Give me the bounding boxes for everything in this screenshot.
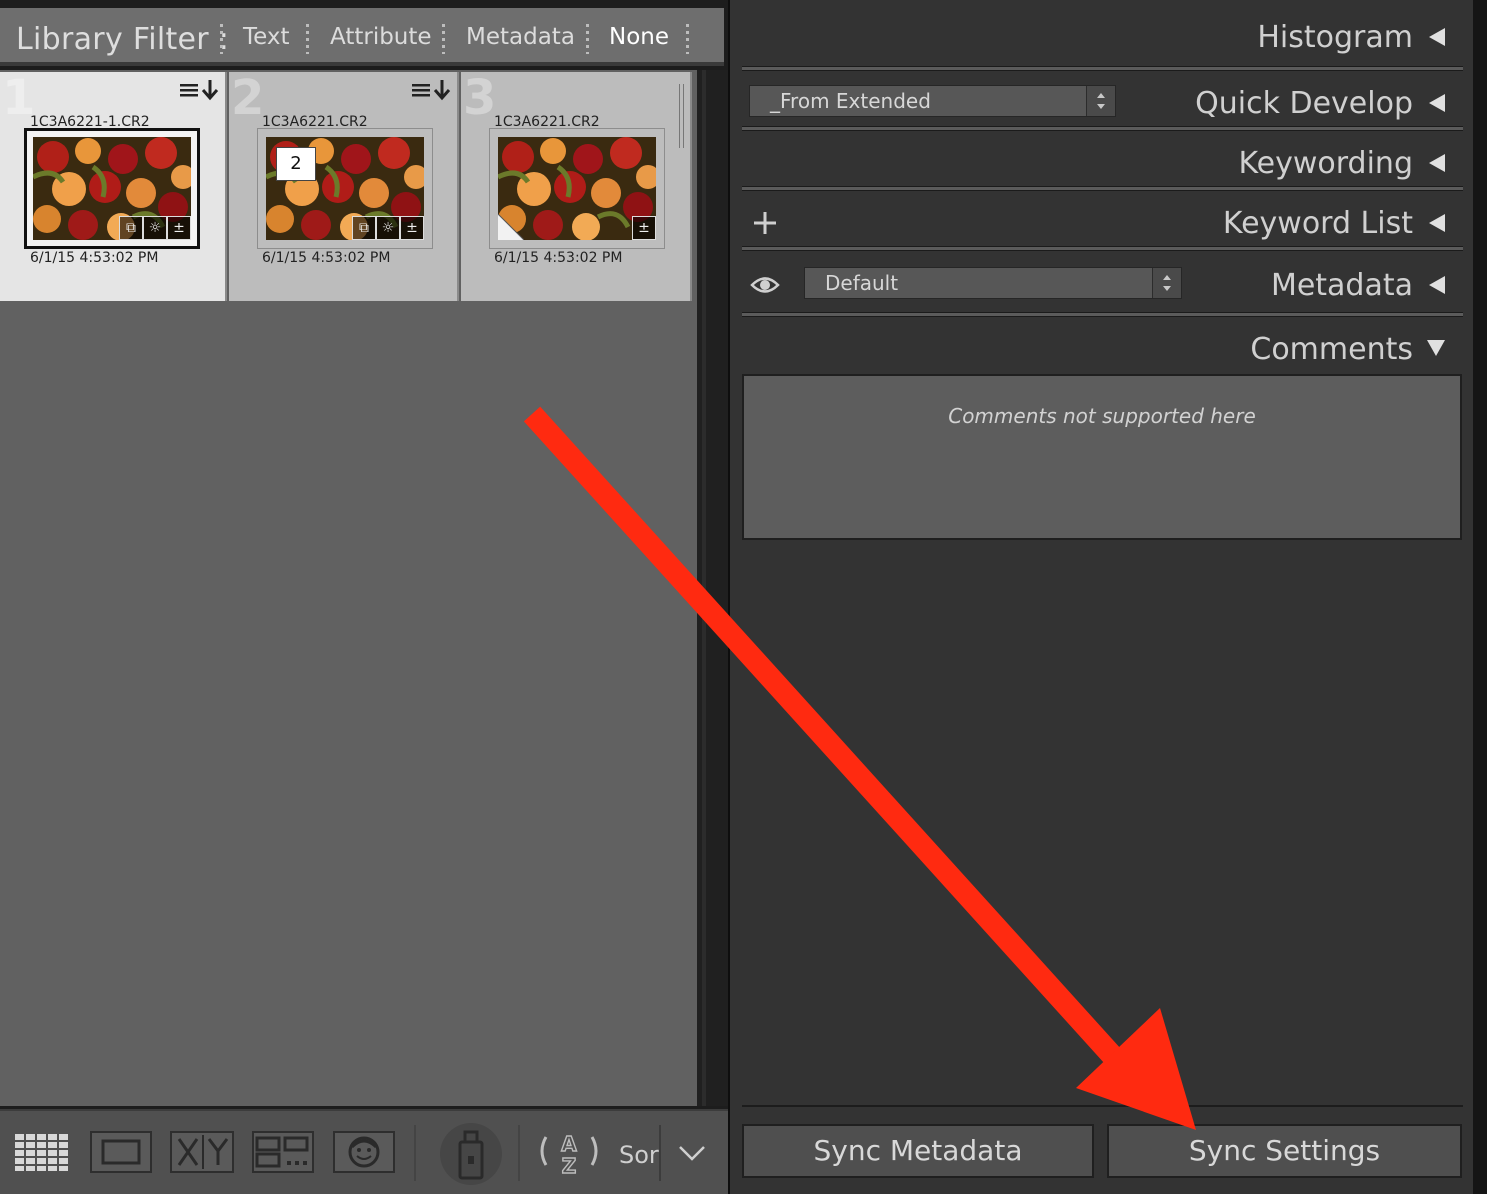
develop-adjust-icon[interactable]: ☼ xyxy=(376,216,400,240)
comments-unsupported-message: Comments not supported here xyxy=(948,404,1256,428)
thumbnail-frame[interactable]: ± xyxy=(489,128,665,249)
saved-preset-value: _From Extended xyxy=(770,89,931,113)
panel-separator xyxy=(742,126,1463,131)
virtual-copy-corner-icon xyxy=(498,214,524,240)
panel-header-metadata[interactable]: Metadata xyxy=(1271,268,1413,303)
people-view-button[interactable] xyxy=(333,1131,395,1173)
stack-count-badge[interactable]: 2 xyxy=(276,147,316,181)
panel-header-comments[interactable]: Comments xyxy=(1250,332,1413,367)
crop-icon[interactable]: ⧉ xyxy=(119,216,143,240)
people-face-icon xyxy=(348,1136,380,1168)
thumbnail-frame[interactable]: ⧉ ☼ ± xyxy=(24,128,200,249)
expand-triangle-icon[interactable] xyxy=(1427,340,1445,356)
edited-metadata-icon[interactable] xyxy=(178,78,222,104)
panel-separator xyxy=(742,1105,1463,1107)
develop-adjust-icon[interactable]: ☼ xyxy=(143,216,167,240)
sort-az-icon[interactable]: A Z xyxy=(534,1127,604,1179)
plus-icon[interactable] xyxy=(752,210,778,236)
stepper-arrows-icon xyxy=(1152,268,1181,298)
library-filter-title: Library Filter : xyxy=(16,22,230,57)
metadata-preset-dropdown[interactable]: Default xyxy=(804,267,1182,299)
filter-separator xyxy=(306,24,309,54)
library-grid-pane: Library Filter : Text Attribute Metadata… xyxy=(0,0,728,1194)
grid-cell[interactable]: 1 1C3A6221-1.CR2 ⧉ ☼ ± 6/1/15 4:53:02 PM xyxy=(0,72,227,301)
grid-view-button[interactable] xyxy=(12,1131,74,1173)
panel-separator xyxy=(742,246,1463,251)
thumbnail-badges: ⧉ ☼ ± xyxy=(352,216,424,240)
panel-header-keyword-list[interactable]: Keyword List xyxy=(1223,206,1413,241)
grid-view-icon xyxy=(15,1134,68,1171)
survey-view-button[interactable] xyxy=(252,1131,314,1173)
compare-view-button[interactable] xyxy=(170,1131,234,1173)
loupe-view-button[interactable] xyxy=(90,1131,152,1173)
eye-icon[interactable] xyxy=(750,272,780,298)
comments-area: Comments not supported here xyxy=(742,374,1462,540)
collapse-triangle-icon[interactable] xyxy=(1429,28,1445,46)
toolbar-separator xyxy=(659,1125,661,1181)
sync-settings-button[interactable]: Sync Settings xyxy=(1107,1124,1462,1178)
panel-separator xyxy=(742,312,1463,317)
cell-capture-date: 6/1/15 4:53:02 PM xyxy=(262,250,391,266)
toolbar-separator xyxy=(414,1125,416,1181)
sync-metadata-button[interactable]: Sync Metadata xyxy=(742,1124,1094,1178)
panel-header-quick-develop[interactable]: Quick Develop xyxy=(1195,86,1413,121)
filter-tab-metadata[interactable]: Metadata xyxy=(466,24,575,50)
window-edge xyxy=(1473,0,1487,1194)
crop-icon[interactable]: ⧉ xyxy=(352,216,376,240)
stepper-arrows-icon xyxy=(1086,86,1115,116)
sort-label[interactable]: Sor xyxy=(619,1141,659,1169)
panel-header-histogram[interactable]: Histogram xyxy=(1257,20,1413,55)
filter-separator xyxy=(220,24,223,54)
filter-separator xyxy=(442,24,445,54)
panel-header-keywording[interactable]: Keywording xyxy=(1238,146,1413,181)
saved-preset-dropdown[interactable]: _From Extended xyxy=(749,85,1116,117)
filter-tab-text[interactable]: Text xyxy=(243,24,290,50)
cell-index-number: 2 xyxy=(231,70,265,126)
filter-tab-none[interactable]: None xyxy=(609,24,669,50)
painter-button[interactable] xyxy=(440,1123,502,1185)
toolbar-separator xyxy=(518,1125,520,1181)
thumbnail-badges: ± xyxy=(632,216,656,240)
grid-cell[interactable]: 2 1C3A6221.CR2 2 ⧉ ☼ ± 6/1/15 4:53:02 PM xyxy=(229,72,459,301)
panel-separator xyxy=(742,186,1463,191)
thumbnail-badges: ⧉ ☼ ± xyxy=(119,216,191,240)
edited-plusminus-icon[interactable]: ± xyxy=(400,216,424,240)
metadata-preset-value: Default xyxy=(825,271,899,295)
filter-separator xyxy=(586,24,589,54)
flower-photo-thumbnail[interactable]: 2 ⧉ ☼ ± xyxy=(266,137,424,240)
panel-separator xyxy=(742,66,1463,71)
grid-scrollbar[interactable] xyxy=(697,70,728,1106)
edited-plusminus-icon[interactable]: ± xyxy=(167,216,191,240)
svg-text:A: A xyxy=(561,1132,577,1156)
cell-divider xyxy=(679,84,684,148)
collapse-triangle-icon[interactable] xyxy=(1429,214,1445,232)
survey-view-icon xyxy=(255,1136,309,1168)
collapse-triangle-icon[interactable] xyxy=(1429,276,1445,294)
cell-index-number: 3 xyxy=(463,70,497,126)
edited-plusminus-icon[interactable]: ± xyxy=(632,216,656,240)
loupe-view-icon xyxy=(101,1139,141,1165)
library-toolbar: A Z Sor xyxy=(0,1109,728,1194)
edited-metadata-icon[interactable] xyxy=(410,78,454,104)
filter-separator xyxy=(686,24,689,54)
cell-capture-date: 6/1/15 4:53:02 PM xyxy=(494,250,623,266)
compare-view-icon xyxy=(177,1135,229,1169)
collapse-triangle-icon[interactable] xyxy=(1429,94,1445,112)
flower-photo-thumbnail[interactable]: ± xyxy=(498,137,656,240)
right-panel: Histogram _From Extended Quick Develop K… xyxy=(730,0,1487,1194)
library-filter-bar: Library Filter : Text Attribute Metadata… xyxy=(0,8,724,66)
filter-tab-attribute[interactable]: Attribute xyxy=(330,24,432,50)
spray-can-icon xyxy=(458,1130,484,1180)
cell-capture-date: 6/1/15 4:53:02 PM xyxy=(30,250,159,266)
chevron-down-icon[interactable] xyxy=(678,1143,706,1163)
grid-cell[interactable]: 3 1C3A6221.CR2 ± 6/1/15 4:53:02 PM xyxy=(461,72,692,301)
flower-photo-thumbnail[interactable]: ⧉ ☼ ± xyxy=(33,137,191,240)
thumbnail-frame[interactable]: 2 ⧉ ☼ ± xyxy=(257,128,433,249)
collapse-triangle-icon[interactable] xyxy=(1429,154,1445,172)
svg-text:Z: Z xyxy=(562,1154,577,1178)
